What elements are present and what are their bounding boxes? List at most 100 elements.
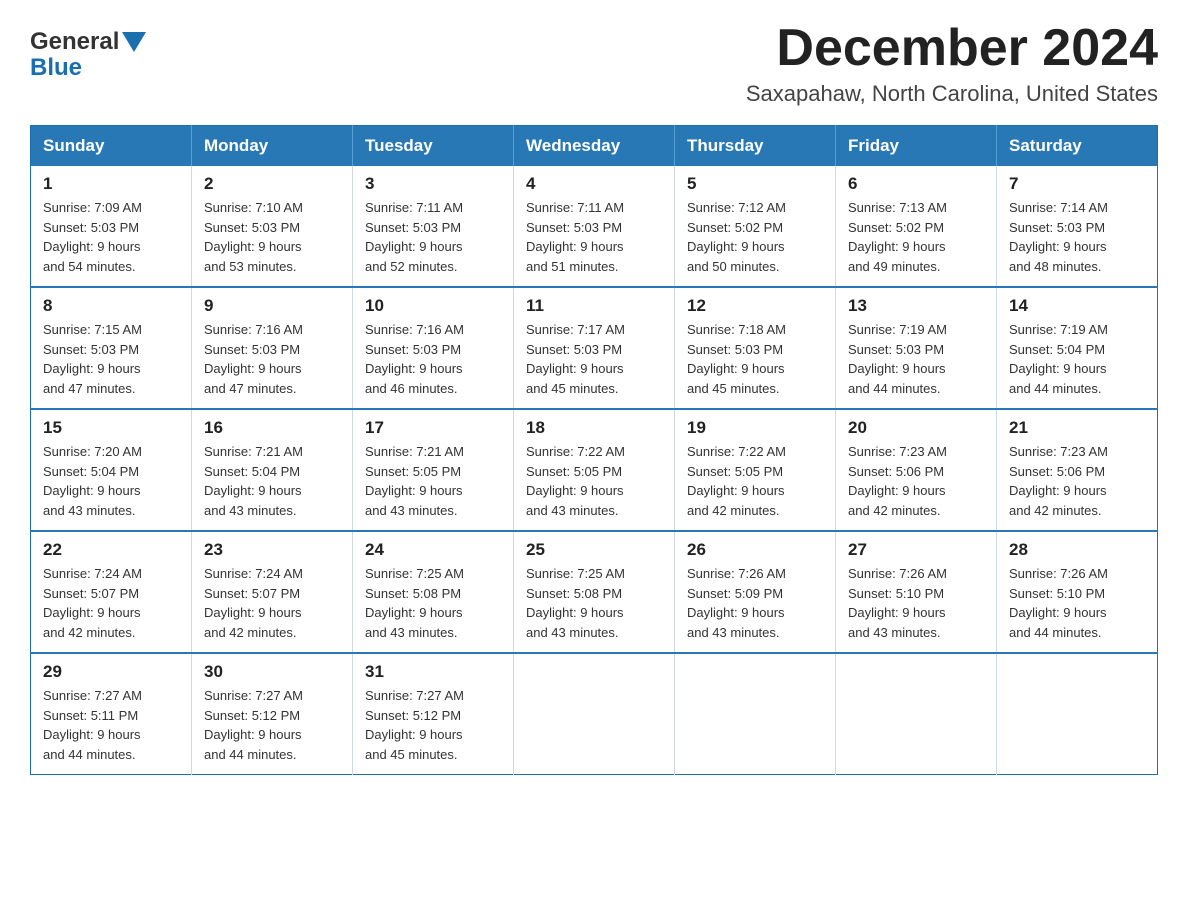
weekday-header-monday: Monday (192, 126, 353, 167)
day-info: Sunrise: 7:25 AM Sunset: 5:08 PM Dayligh… (526, 564, 662, 642)
weekday-header-friday: Friday (836, 126, 997, 167)
calendar-day-5: 5 Sunrise: 7:12 AM Sunset: 5:02 PM Daylig… (675, 166, 836, 287)
calendar-week-row: 29 Sunrise: 7:27 AM Sunset: 5:11 PM Dayli… (31, 653, 1158, 775)
day-info: Sunrise: 7:15 AM Sunset: 5:03 PM Dayligh… (43, 320, 179, 398)
day-info: Sunrise: 7:20 AM Sunset: 5:04 PM Dayligh… (43, 442, 179, 520)
calendar-week-row: 22 Sunrise: 7:24 AM Sunset: 5:07 PM Dayli… (31, 531, 1158, 653)
weekday-header-wednesday: Wednesday (514, 126, 675, 167)
calendar-day-26: 26 Sunrise: 7:26 AM Sunset: 5:09 PM Dayli… (675, 531, 836, 653)
day-number: 21 (1009, 418, 1145, 438)
day-info: Sunrise: 7:11 AM Sunset: 5:03 PM Dayligh… (526, 198, 662, 276)
calendar-day-22: 22 Sunrise: 7:24 AM Sunset: 5:07 PM Dayli… (31, 531, 192, 653)
day-number: 29 (43, 662, 179, 682)
day-info: Sunrise: 7:14 AM Sunset: 5:03 PM Dayligh… (1009, 198, 1145, 276)
calendar-day-9: 9Sunrise: 7:16 AM Sunset: 5:03 PM Daylig… (192, 287, 353, 409)
calendar-day-17: 17Sunrise: 7:21 AM Sunset: 5:05 PM Dayli… (353, 409, 514, 531)
calendar-day-10: 10Sunrise: 7:16 AM Sunset: 5:03 PM Dayli… (353, 287, 514, 409)
day-info: Sunrise: 7:24 AM Sunset: 5:07 PM Dayligh… (204, 564, 340, 642)
day-number: 4 (526, 174, 662, 194)
day-info: Sunrise: 7:23 AM Sunset: 5:06 PM Dayligh… (848, 442, 984, 520)
calendar-day-29: 29 Sunrise: 7:27 AM Sunset: 5:11 PM Dayli… (31, 653, 192, 775)
calendar-day-8: 8 Sunrise: 7:15 AM Sunset: 5:03 PM Daylig… (31, 287, 192, 409)
calendar-day-27: 27 Sunrise: 7:26 AM Sunset: 5:10 PM Dayli… (836, 531, 997, 653)
day-info: Sunrise: 7:27 AM Sunset: 5:12 PM Dayligh… (204, 686, 340, 764)
weekday-header-row: SundayMondayTuesdayWednesdayThursdayFrid… (31, 126, 1158, 167)
day-info: Sunrise: 7:18 AM Sunset: 5:03 PM Dayligh… (687, 320, 823, 398)
day-info: Sunrise: 7:11 AM Sunset: 5:03 PM Dayligh… (365, 198, 501, 276)
day-number: 24 (365, 540, 501, 560)
day-number: 18 (526, 418, 662, 438)
calendar-day-25: 25 Sunrise: 7:25 AM Sunset: 5:08 PM Dayli… (514, 531, 675, 653)
day-number: 6 (848, 174, 984, 194)
day-info: Sunrise: 7:16 AM Sunset: 5:03 PM Dayligh… (204, 320, 340, 398)
weekday-header-tuesday: Tuesday (353, 126, 514, 167)
logo-blue: Blue (30, 54, 82, 82)
day-number: 23 (204, 540, 340, 560)
calendar-day-31: 31Sunrise: 7:27 AM Sunset: 5:12 PM Dayli… (353, 653, 514, 775)
day-number: 3 (365, 174, 501, 194)
day-info: Sunrise: 7:23 AM Sunset: 5:06 PM Dayligh… (1009, 442, 1145, 520)
day-number: 20 (848, 418, 984, 438)
day-info: Sunrise: 7:22 AM Sunset: 5:05 PM Dayligh… (687, 442, 823, 520)
day-number: 19 (687, 418, 823, 438)
day-number: 25 (526, 540, 662, 560)
calendar-day-13: 13 Sunrise: 7:19 AM Sunset: 5:03 PM Dayli… (836, 287, 997, 409)
day-info: Sunrise: 7:26 AM Sunset: 5:09 PM Dayligh… (687, 564, 823, 642)
calendar-empty-cell (997, 653, 1158, 775)
calendar-table: SundayMondayTuesdayWednesdayThursdayFrid… (30, 125, 1158, 775)
day-number: 27 (848, 540, 984, 560)
day-number: 2 (204, 174, 340, 194)
day-number: 8 (43, 296, 179, 316)
logo: General Blue (30, 20, 146, 82)
title-area: December 2024 Saxapahaw, North Carolina,… (746, 20, 1158, 107)
calendar-day-15: 15 Sunrise: 7:20 AM Sunset: 5:04 PM Dayli… (31, 409, 192, 531)
day-number: 1 (43, 174, 179, 194)
day-info: Sunrise: 7:26 AM Sunset: 5:10 PM Dayligh… (848, 564, 984, 642)
day-number: 13 (848, 296, 984, 316)
calendar-day-6: 6Sunrise: 7:13 AM Sunset: 5:02 PM Daylig… (836, 166, 997, 287)
calendar-week-row: 8 Sunrise: 7:15 AM Sunset: 5:03 PM Daylig… (31, 287, 1158, 409)
location-title: Saxapahaw, North Carolina, United States (746, 81, 1158, 107)
calendar-day-11: 11Sunrise: 7:17 AM Sunset: 5:03 PM Dayli… (514, 287, 675, 409)
day-info: Sunrise: 7:22 AM Sunset: 5:05 PM Dayligh… (526, 442, 662, 520)
calendar-week-row: 15 Sunrise: 7:20 AM Sunset: 5:04 PM Dayli… (31, 409, 1158, 531)
calendar-day-2: 2 Sunrise: 7:10 AM Sunset: 5:03 PM Daylig… (192, 166, 353, 287)
day-info: Sunrise: 7:21 AM Sunset: 5:04 PM Dayligh… (204, 442, 340, 520)
day-info: Sunrise: 7:26 AM Sunset: 5:10 PM Dayligh… (1009, 564, 1145, 642)
calendar-day-21: 21 Sunrise: 7:23 AM Sunset: 5:06 PM Dayli… (997, 409, 1158, 531)
calendar-empty-cell (675, 653, 836, 775)
day-info: Sunrise: 7:09 AM Sunset: 5:03 PM Dayligh… (43, 198, 179, 276)
day-info: Sunrise: 7:21 AM Sunset: 5:05 PM Dayligh… (365, 442, 501, 520)
day-number: 22 (43, 540, 179, 560)
day-info: Sunrise: 7:10 AM Sunset: 5:03 PM Dayligh… (204, 198, 340, 276)
weekday-header-saturday: Saturday (997, 126, 1158, 167)
logo-triangle-icon (122, 32, 146, 52)
calendar-day-24: 24 Sunrise: 7:25 AM Sunset: 5:08 PM Dayli… (353, 531, 514, 653)
weekday-header-sunday: Sunday (31, 126, 192, 167)
day-number: 5 (687, 174, 823, 194)
day-info: Sunrise: 7:27 AM Sunset: 5:11 PM Dayligh… (43, 686, 179, 764)
calendar-day-7: 7 Sunrise: 7:14 AM Sunset: 5:03 PM Daylig… (997, 166, 1158, 287)
calendar-empty-cell (514, 653, 675, 775)
day-number: 26 (687, 540, 823, 560)
day-info: Sunrise: 7:24 AM Sunset: 5:07 PM Dayligh… (43, 564, 179, 642)
day-number: 15 (43, 418, 179, 438)
day-number: 14 (1009, 296, 1145, 316)
calendar-day-20: 20 Sunrise: 7:23 AM Sunset: 5:06 PM Dayli… (836, 409, 997, 531)
day-info: Sunrise: 7:19 AM Sunset: 5:04 PM Dayligh… (1009, 320, 1145, 398)
calendar-day-12: 12 Sunrise: 7:18 AM Sunset: 5:03 PM Dayli… (675, 287, 836, 409)
day-number: 12 (687, 296, 823, 316)
day-info: Sunrise: 7:12 AM Sunset: 5:02 PM Dayligh… (687, 198, 823, 276)
calendar-day-19: 19 Sunrise: 7:22 AM Sunset: 5:05 PM Dayli… (675, 409, 836, 531)
calendar-day-16: 16 Sunrise: 7:21 AM Sunset: 5:04 PM Dayli… (192, 409, 353, 531)
month-title: December 2024 (746, 20, 1158, 77)
day-info: Sunrise: 7:19 AM Sunset: 5:03 PM Dayligh… (848, 320, 984, 398)
calendar-day-30: 30Sunrise: 7:27 AM Sunset: 5:12 PM Dayli… (192, 653, 353, 775)
day-info: Sunrise: 7:25 AM Sunset: 5:08 PM Dayligh… (365, 564, 501, 642)
day-number: 31 (365, 662, 501, 682)
calendar-day-1: 1 Sunrise: 7:09 AM Sunset: 5:03 PM Daylig… (31, 166, 192, 287)
day-number: 11 (526, 296, 662, 316)
day-info: Sunrise: 7:16 AM Sunset: 5:03 PM Dayligh… (365, 320, 501, 398)
day-number: 7 (1009, 174, 1145, 194)
day-number: 16 (204, 418, 340, 438)
